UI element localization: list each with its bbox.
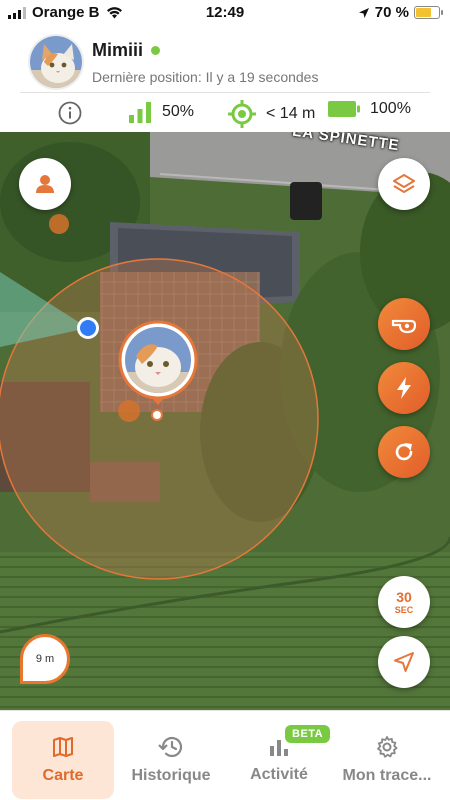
pet-avatar[interactable] xyxy=(28,34,84,90)
battery-icon xyxy=(414,6,443,19)
tracker-stats: 50% < 14 m 100% xyxy=(0,94,450,132)
info-icon[interactable] xyxy=(58,101,82,125)
tab-my-tracker[interactable]: Mon trace... xyxy=(334,721,440,799)
tracker-battery-value: 100% xyxy=(370,100,411,117)
refresh-icon xyxy=(395,443,413,461)
battery-percent: 70 % xyxy=(374,4,409,21)
online-status-dot xyxy=(151,46,160,55)
last-position-text: Dernière position: Il y a 19 secondes xyxy=(92,69,319,85)
pet-name: Mimiii xyxy=(92,40,144,60)
scale-value: 9 m xyxy=(35,653,55,665)
owner-location-button[interactable] xyxy=(19,158,71,210)
satellite-map xyxy=(0,132,450,710)
gear-icon xyxy=(377,736,398,758)
map-scale: 9 m xyxy=(20,634,70,684)
history-icon xyxy=(158,736,183,758)
target-icon xyxy=(228,100,256,128)
signal-value: 50% xyxy=(162,103,195,120)
bolt-icon xyxy=(397,377,411,399)
tab-label: Activité xyxy=(250,766,308,783)
location-arrow-icon xyxy=(358,7,369,18)
status-right: 70 % xyxy=(358,4,443,21)
tab-label: Carte xyxy=(42,767,84,784)
battery-stat: 100% xyxy=(328,100,411,118)
timer-unit: SEC xyxy=(394,604,414,615)
whistle-button[interactable] xyxy=(378,298,430,350)
person-icon xyxy=(36,175,54,193)
navigate-button[interactable] xyxy=(378,636,430,688)
layers-icon xyxy=(393,174,415,193)
tab-label: Historique xyxy=(131,767,211,784)
map-layers-button[interactable] xyxy=(378,158,430,210)
tab-label: Mon trace... xyxy=(342,767,432,784)
map-icon xyxy=(53,737,73,757)
timer-value: 30 xyxy=(396,588,412,605)
header-divider xyxy=(20,92,430,93)
tab-history[interactable]: Historique xyxy=(122,721,220,799)
refresh-button[interactable] xyxy=(378,426,430,478)
pet-header[interactable]: Mimiii Dernière position: Il y a 19 seco… xyxy=(0,30,450,92)
whistle-icon xyxy=(391,319,417,334)
tracker-battery-icon xyxy=(328,101,360,117)
signal-stat: 50% xyxy=(128,100,194,124)
accuracy-stat: < 14 m xyxy=(228,100,315,128)
tab-map[interactable]: Carte xyxy=(12,721,114,799)
status-bar: Orange B 12:49 70 % xyxy=(0,0,450,28)
light-button[interactable] xyxy=(378,362,430,414)
beta-badge: BETA xyxy=(285,725,331,743)
bottom-navigation: Carte Historique Activité BETA Mon trace… xyxy=(0,710,450,800)
accuracy-value: < 14 m xyxy=(266,105,316,122)
live-timer-button[interactable]: 30 SEC xyxy=(378,576,430,628)
signal-strength-icon xyxy=(129,102,151,123)
navigation-arrow-icon xyxy=(394,652,414,672)
map-view[interactable]: LA SPINETTE 30 SEC 9 m xyxy=(0,132,450,710)
